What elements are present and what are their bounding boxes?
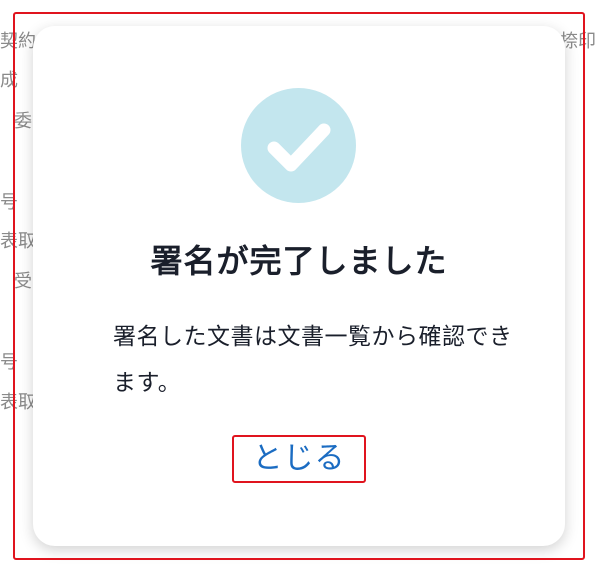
background-text: 表取 xyxy=(0,231,36,252)
background-text: 表取 xyxy=(0,392,36,413)
background-text: 受 xyxy=(14,271,32,292)
page: 契約 捺印 成 委 号 表取 受 号 表取 署名が完了しました 署名した文書は文… xyxy=(0,0,600,572)
background-text: 号 xyxy=(0,352,18,373)
checkmark-icon xyxy=(267,123,331,172)
background-text: 委 xyxy=(14,111,32,132)
background-text: 成 xyxy=(0,70,18,91)
background-text: 号 xyxy=(0,192,18,213)
dialog-message: 署名した文書は文書一覧から確認できます。 xyxy=(113,324,513,396)
background-text: 契約 xyxy=(0,31,36,52)
background-text: 捺印 xyxy=(560,31,596,52)
check-circle-icon xyxy=(241,88,356,203)
dialog-title: 署名が完了しました xyxy=(150,242,448,280)
close-button[interactable]: とじる xyxy=(232,435,366,483)
signature-complete-dialog: 署名が完了しました 署名した文書は文書一覧から確認できます。 とじる xyxy=(33,26,565,546)
